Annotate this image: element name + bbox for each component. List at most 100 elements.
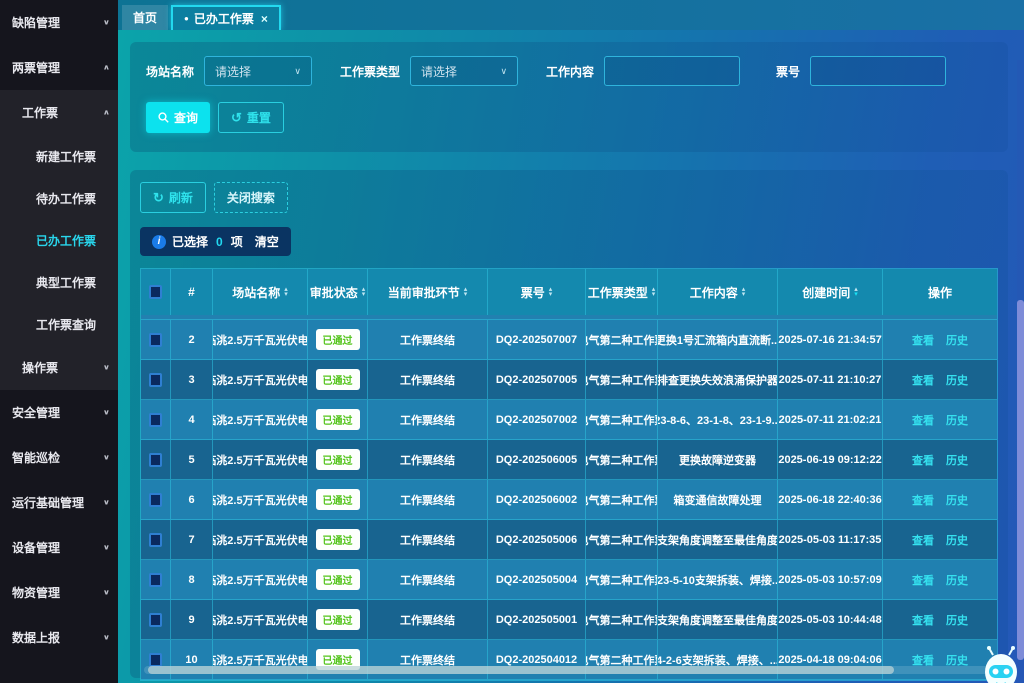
row-station-name: 临洮2.5万千瓦光伏电.. [213,360,308,399]
sort-icon[interactable]: ▴▾ [549,287,553,297]
close-icon[interactable]: × [261,12,268,26]
sidebar-item-operation-ticket[interactable]: 操作票 ∨ [0,345,118,390]
row-actions: 查看 历史 [883,360,997,399]
sidebar-item-operation-base-mgmt[interactable]: 运行基础管理 ∨ [0,480,118,525]
table-row: 5 临洮2.5万千瓦光伏电.. 已通过 工作票终结 DQ2-202506005 … [141,440,997,480]
header-type[interactable]: 工作票类型▴▾ [586,269,658,315]
header-created[interactable]: 创建时间▴▾ [778,269,883,315]
sidebar-item-data-report[interactable]: 数据上报 ∨ [0,615,118,660]
vertical-scrollbar[interactable] [1017,60,1024,683]
sidebar-item-material-mgmt[interactable]: 物资管理 ∨ [0,570,118,615]
status-badge: 已通过 [316,489,360,510]
sort-icon[interactable]: ▴▾ [362,287,366,297]
sidebar-item-todo-work-ticket[interactable]: 待办工作票 [0,177,118,219]
header-content[interactable]: 工作内容▴▾ [658,269,778,315]
query-button-label: 查询 [174,109,198,126]
sort-icon[interactable]: ▴▾ [742,287,746,297]
history-link[interactable]: 历史 [946,372,968,388]
row-checkbox[interactable] [149,413,162,427]
sidebar-item-equipment-mgmt[interactable]: 设备管理 ∨ [0,525,118,570]
history-link[interactable]: 历史 [946,612,968,628]
sidebar-item-label: 数据上报 [12,629,60,646]
sidebar-item-work-ticket[interactable]: 工作票 ∧ [0,90,118,135]
ticket-type-select[interactable]: 请选择 ∨ [410,56,518,86]
sidebar-item-safety-mgmt[interactable]: 安全管理 ∨ [0,390,118,435]
header-ticket-no[interactable]: 票号▴▾ [488,269,586,315]
chevron-up-icon: ∧ [103,63,110,72]
history-link[interactable]: 历史 [946,412,968,428]
sidebar-item-label: 典型工作票 [36,274,96,291]
row-created-time: 2025-07-11 21:10:27 [778,360,883,399]
sidebar-item-label: 智能巡检 [12,449,60,466]
vertical-scrollbar-thumb[interactable] [1017,300,1024,660]
header-status[interactable]: 审批状态▴▾ [308,269,368,315]
row-created-time: 2025-05-03 10:44:48 [778,600,883,639]
view-link[interactable]: 查看 [912,372,934,388]
sidebar-item-smart-inspection[interactable]: 智能巡检 ∨ [0,435,118,480]
view-link[interactable]: 查看 [912,572,934,588]
view-link[interactable]: 查看 [912,492,934,508]
view-link[interactable]: 查看 [912,332,934,348]
row-created-time: 2025-06-18 22:40:36 [778,480,883,519]
close-search-button[interactable]: 关闭搜索 [214,182,288,213]
close-search-button-label: 关闭搜索 [227,189,275,206]
reset-button[interactable]: ↺ 重置 [218,102,284,133]
work-content-input[interactable] [604,56,740,86]
refresh-button[interactable]: ↻ 刷新 [140,182,206,213]
ticket-no-input[interactable] [810,56,946,86]
history-link[interactable]: 历史 [946,332,968,348]
header-label: 场站名称 [232,284,280,301]
chevron-down-icon: ∨ [103,543,110,552]
sidebar-item-label: 工作票查询 [36,316,96,333]
sidebar-item-work-ticket-query[interactable]: 工作票查询 [0,303,118,345]
row-index: 3 [171,360,213,399]
view-link[interactable]: 查看 [912,452,934,468]
sidebar-item-two-ticket-mgmt[interactable]: 两票管理 ∧ [0,45,118,90]
horizontal-scrollbar-thumb[interactable] [148,666,894,674]
history-link[interactable]: 历史 [946,572,968,588]
row-checkbox[interactable] [149,533,162,547]
row-created-time: 2025-07-11 21:02:21 [778,400,883,439]
row-checkbox[interactable] [149,493,162,507]
row-index: 9 [171,600,213,639]
header-step[interactable]: 当前审批环节▴▾ [368,269,488,315]
sort-icon[interactable]: ▴▾ [652,287,656,297]
sidebar-item-label: 工作票 [22,104,58,121]
refresh-button-label: 刷新 [169,189,193,206]
station-name-select[interactable]: 请选择 ∨ [204,56,312,86]
sort-icon[interactable]: ▴▾ [854,287,858,297]
row-ticket-type: 电气第二种工作票 [586,360,658,399]
tab-home[interactable]: 首页 [122,5,168,30]
select-all-checkbox[interactable] [149,285,162,299]
sidebar-item-defect-mgmt[interactable]: 缺陷管理 ∨ [0,0,118,45]
history-link[interactable]: 历史 [946,532,968,548]
horizontal-scrollbar[interactable] [144,666,992,674]
history-link[interactable]: 历史 [946,452,968,468]
selection-bar: i 已选择 0 项 清空 [140,227,291,256]
chevron-down-icon: ∨ [500,66,507,77]
query-button[interactable]: 查询 [146,102,210,133]
header-station[interactable]: 场站名称 ▴▾ [213,269,308,315]
view-link[interactable]: 查看 [912,532,934,548]
row-checkbox[interactable] [149,653,162,667]
sort-icon[interactable]: ▴▾ [284,287,288,297]
row-checkbox[interactable] [149,373,162,387]
sidebar-item-label: 安全管理 [12,404,60,421]
sidebar-item-new-work-ticket[interactable]: 新建工作票 [0,135,118,177]
view-link[interactable]: 查看 [912,412,934,428]
row-actions: 查看 历史 [883,320,997,359]
row-checkbox[interactable] [149,573,162,587]
clear-selection-link[interactable]: 清空 [255,233,279,250]
tab-done-work-ticket[interactable]: ● 已办工作票 × [171,5,281,30]
sidebar-item-done-work-ticket[interactable]: 已办工作票 [0,219,118,261]
refresh-icon: ↻ [153,191,164,204]
row-ticket-no: DQ2-202506002 [488,480,586,519]
sort-icon[interactable]: ▴▾ [464,287,468,297]
assistant-robot-button[interactable] [980,645,1022,683]
row-checkbox[interactable] [149,453,162,467]
history-link[interactable]: 历史 [946,492,968,508]
row-checkbox[interactable] [149,333,162,347]
row-checkbox[interactable] [149,613,162,627]
sidebar-item-typical-work-ticket[interactable]: 典型工作票 [0,261,118,303]
view-link[interactable]: 查看 [912,612,934,628]
